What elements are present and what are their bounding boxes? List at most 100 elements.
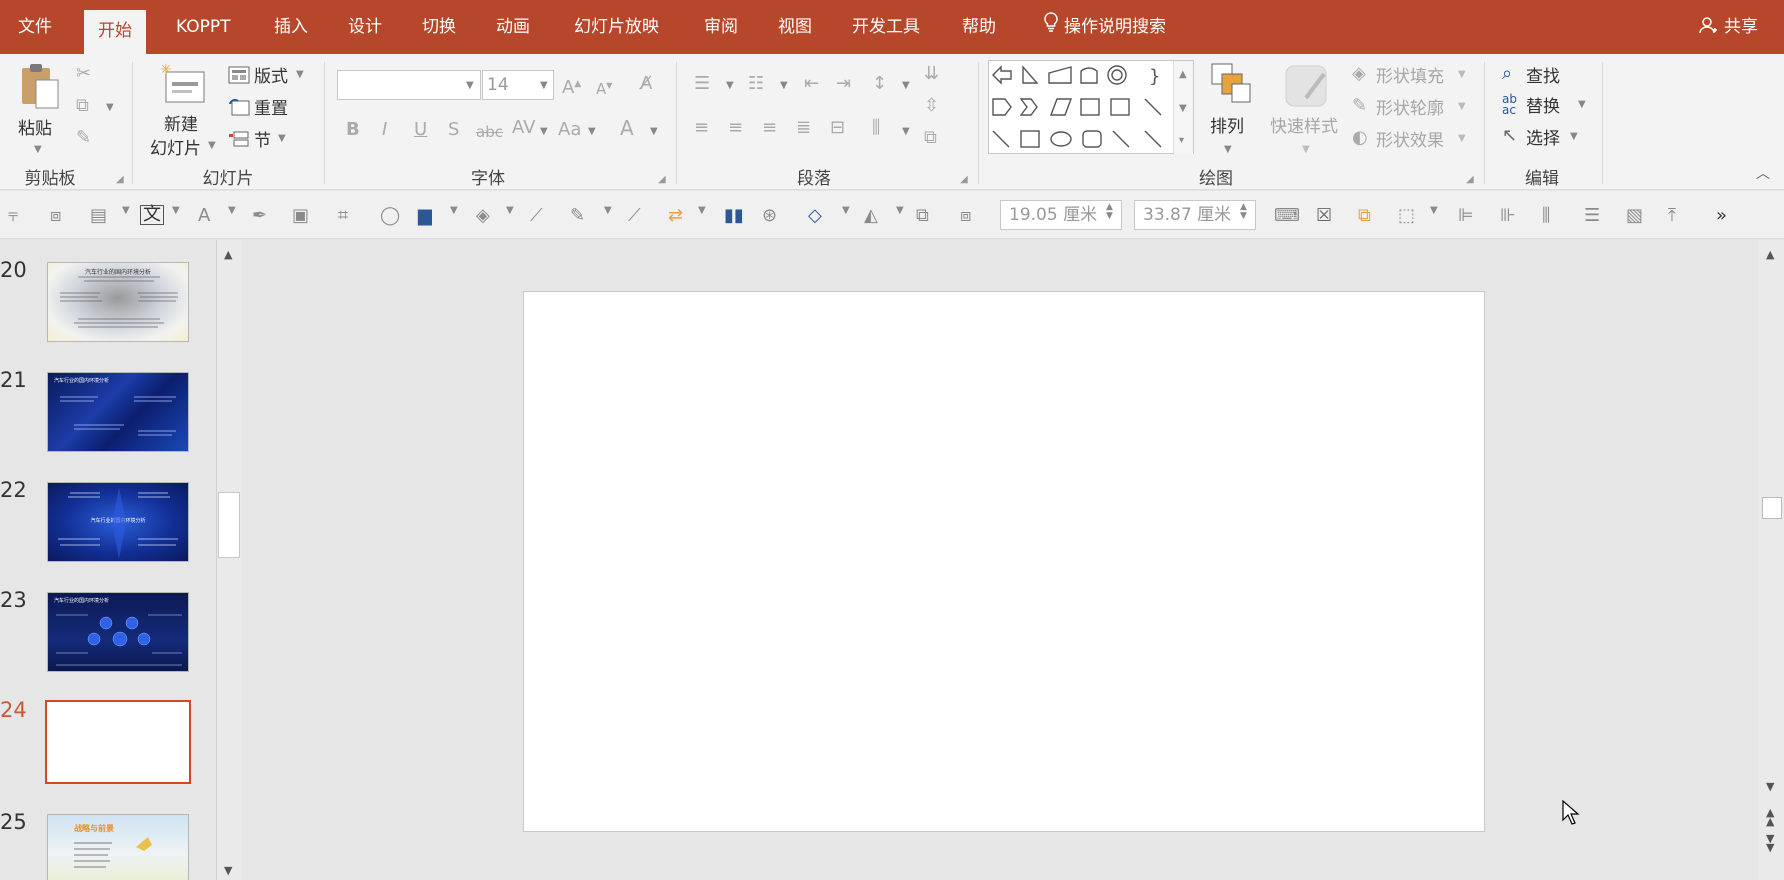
bullets-icon[interactable]: ☰	[694, 74, 710, 94]
slide-thumbnail[interactable]: 战略与前景	[47, 814, 189, 880]
align-left-objects-icon[interactable]: ⊫	[1458, 205, 1474, 226]
ungroup-icon[interactable]: ⧈	[960, 205, 971, 226]
font-size-dropdown-icon[interactable]: ▼	[540, 80, 548, 91]
picture-icon[interactable]: ▣	[292, 205, 309, 226]
scroll-up-icon[interactable]: ▲	[224, 248, 232, 261]
shapes-gallery-scroll[interactable]: ▲ ▼ ▾	[1173, 61, 1193, 155]
font-color-icon[interactable]: A	[620, 118, 634, 138]
slide-thumbnail-selected[interactable]	[45, 700, 191, 784]
fill-color-dropdown-icon[interactable]: ▼	[450, 205, 458, 216]
tab-insert[interactable]: 插入	[260, 0, 322, 54]
align-center-icon[interactable]: ≡	[728, 118, 743, 138]
increase-indent-icon[interactable]: ⇥	[836, 74, 851, 94]
vertical-text-icon[interactable]: 文	[140, 205, 164, 225]
eyedropper-icon[interactable]: ✒	[252, 205, 267, 226]
tab-developer[interactable]: 开发工具	[838, 0, 934, 54]
tab-design[interactable]: 设计	[334, 0, 396, 54]
font-name-dropdown-icon[interactable]: ▼	[466, 80, 474, 91]
scroll-down-icon[interactable]: ▼	[224, 864, 232, 877]
fill-bucket-dropdown-icon[interactable]: ▼	[506, 205, 514, 216]
text-direction-icon[interactable]: ⇊	[924, 64, 939, 84]
crop-icon[interactable]: ⌗	[338, 205, 348, 226]
tab-animations[interactable]: 动画	[482, 0, 544, 54]
section-button[interactable]: 节 ▼	[228, 126, 308, 152]
collapse-ribbon-icon[interactable]: ︿	[1756, 164, 1770, 184]
smartart-icon[interactable]: ⧉	[924, 128, 937, 148]
increase-font-icon[interactable]: A▲	[562, 74, 581, 98]
share-button[interactable]: 共享	[1698, 0, 1758, 54]
next-slide-icon[interactable]: ▼ ▼	[1766, 833, 1774, 853]
tab-transitions[interactable]: 切换	[408, 0, 470, 54]
cut-icon[interactable]: ✂	[76, 64, 91, 84]
line-spacing-icon[interactable]: ↕	[872, 74, 887, 94]
fill-bucket-icon[interactable]: ◈	[476, 205, 490, 226]
character-spacing-icon[interactable]: AV	[512, 118, 535, 138]
columns-dropdown-icon[interactable]: ▼	[902, 126, 910, 137]
current-slide-canvas[interactable]	[523, 291, 1485, 832]
numbering-dropdown-icon[interactable]: ▼	[780, 80, 788, 91]
distribute-vertical-icon[interactable]: ☰	[1584, 205, 1600, 226]
editor-scroll-thumb[interactable]	[1762, 497, 1782, 519]
paragraph-launcher-icon[interactable]: ◢	[960, 174, 968, 185]
slide-thumbnail[interactable]: 汽车行业的国内环境分析	[47, 482, 189, 562]
vertical-text-dropdown-icon[interactable]: ▼	[172, 205, 180, 216]
tab-home[interactable]: 开始	[84, 10, 146, 54]
height-spinner-icon[interactable]: ▲ ▼	[1106, 203, 1113, 221]
shadow-icon[interactable]: S	[448, 120, 459, 140]
edit-shape-icon[interactable]: ◇	[808, 205, 822, 226]
align-right-objects-icon[interactable]: ⊪	[1500, 205, 1516, 226]
select-button[interactable]: ↖ 选择 ▼	[1502, 124, 1592, 150]
format-painter-icon[interactable]: ✎	[76, 128, 91, 148]
shape-width-input[interactable]: 33.87 厘米	[1134, 200, 1256, 230]
change-case-icon[interactable]: Aa	[558, 120, 581, 140]
text-box-dropdown-icon[interactable]: ▼	[122, 205, 130, 216]
reset-button[interactable]: 重置	[228, 94, 308, 120]
underline-icon[interactable]: U	[414, 120, 427, 140]
tab-view[interactable]: 视图	[764, 0, 826, 54]
distributed-icon[interactable]: ⊟	[830, 118, 845, 138]
shape-outline-button[interactable]: ✎ 形状轮廓 ▼	[1352, 94, 1470, 120]
shape-fill-button[interactable]: ◈ 形状填充 ▼	[1352, 62, 1470, 88]
toolbar-overflow-icon[interactable]: »	[1716, 205, 1727, 226]
drawing-launcher-icon[interactable]: ◢	[1466, 174, 1474, 185]
arrange-button[interactable]: 排列 ▼	[1202, 60, 1258, 156]
gallery-up-icon[interactable]: ▲	[1179, 69, 1187, 80]
font-launcher-icon[interactable]: ◢	[658, 174, 666, 185]
align-top-icon[interactable]: ⫧	[8, 205, 18, 226]
edit-shape-dropdown-icon[interactable]: ▼	[842, 205, 850, 216]
tab-slideshow[interactable]: 幻灯片放映	[560, 0, 673, 54]
layout-button[interactable]: 版式 ▼	[228, 62, 308, 88]
bring-forward-icon[interactable]: ⤒	[1668, 205, 1676, 226]
italic-icon[interactable]: I	[382, 120, 387, 140]
slide-thumbnail[interactable]: 汽车行业的国内环境分析	[47, 262, 189, 342]
word-art-dropdown-icon[interactable]: ▼	[228, 205, 236, 216]
character-spacing-dropdown-icon[interactable]: ▼	[540, 126, 548, 137]
align-text-icon[interactable]: ⇳	[924, 96, 939, 116]
bullets-dropdown-icon[interactable]: ▼	[726, 80, 734, 91]
tell-me-search[interactable]: 操作说明搜索	[1030, 0, 1180, 54]
shapes-gallery[interactable]: } ▲ ▼ ▾	[988, 60, 1194, 155]
format-copy-icon[interactable]: ⇄	[668, 205, 683, 226]
keyboard-icon[interactable]: ⌨	[1274, 205, 1300, 226]
clear-formatting-icon[interactable]: A̸	[640, 74, 652, 94]
decrease-font-icon[interactable]: A▼	[596, 76, 612, 99]
shape-effects-button[interactable]: ◐ 形状效果 ▼	[1352, 126, 1470, 152]
quick-styles-button[interactable]: 快速样式 ▼	[1268, 60, 1348, 156]
align-middle-icon[interactable]: ⧈	[50, 205, 61, 226]
decrease-indent-icon[interactable]: ⇤	[804, 74, 819, 94]
text-box-icon[interactable]: ▤	[90, 205, 107, 226]
editor-scroll-down-icon[interactable]: ▼	[1766, 780, 1774, 793]
replace-button[interactable]: ab ac 替换 ▼	[1502, 92, 1592, 118]
gallery-down-icon[interactable]: ▼	[1179, 103, 1187, 114]
thumbnail-scrollbar[interactable]: ▲ ▼	[216, 240, 242, 880]
flip-icon[interactable]: ◭	[864, 205, 878, 226]
delete-icon[interactable]: ☒	[1316, 205, 1332, 226]
chart-icon[interactable]: ▮▮	[724, 205, 744, 226]
select-format-icon[interactable]: ⧉	[1358, 205, 1371, 226]
tab-koppt[interactable]: KOPPT	[162, 0, 245, 54]
previous-slide-icon[interactable]: ▲ ▲	[1766, 807, 1774, 827]
align-right-icon[interactable]: ≡	[762, 118, 777, 138]
columns-icon[interactable]: ⫼	[872, 118, 880, 138]
tab-help[interactable]: 帮助	[948, 0, 1010, 54]
change-case-dropdown-icon[interactable]: ▼	[588, 126, 596, 137]
